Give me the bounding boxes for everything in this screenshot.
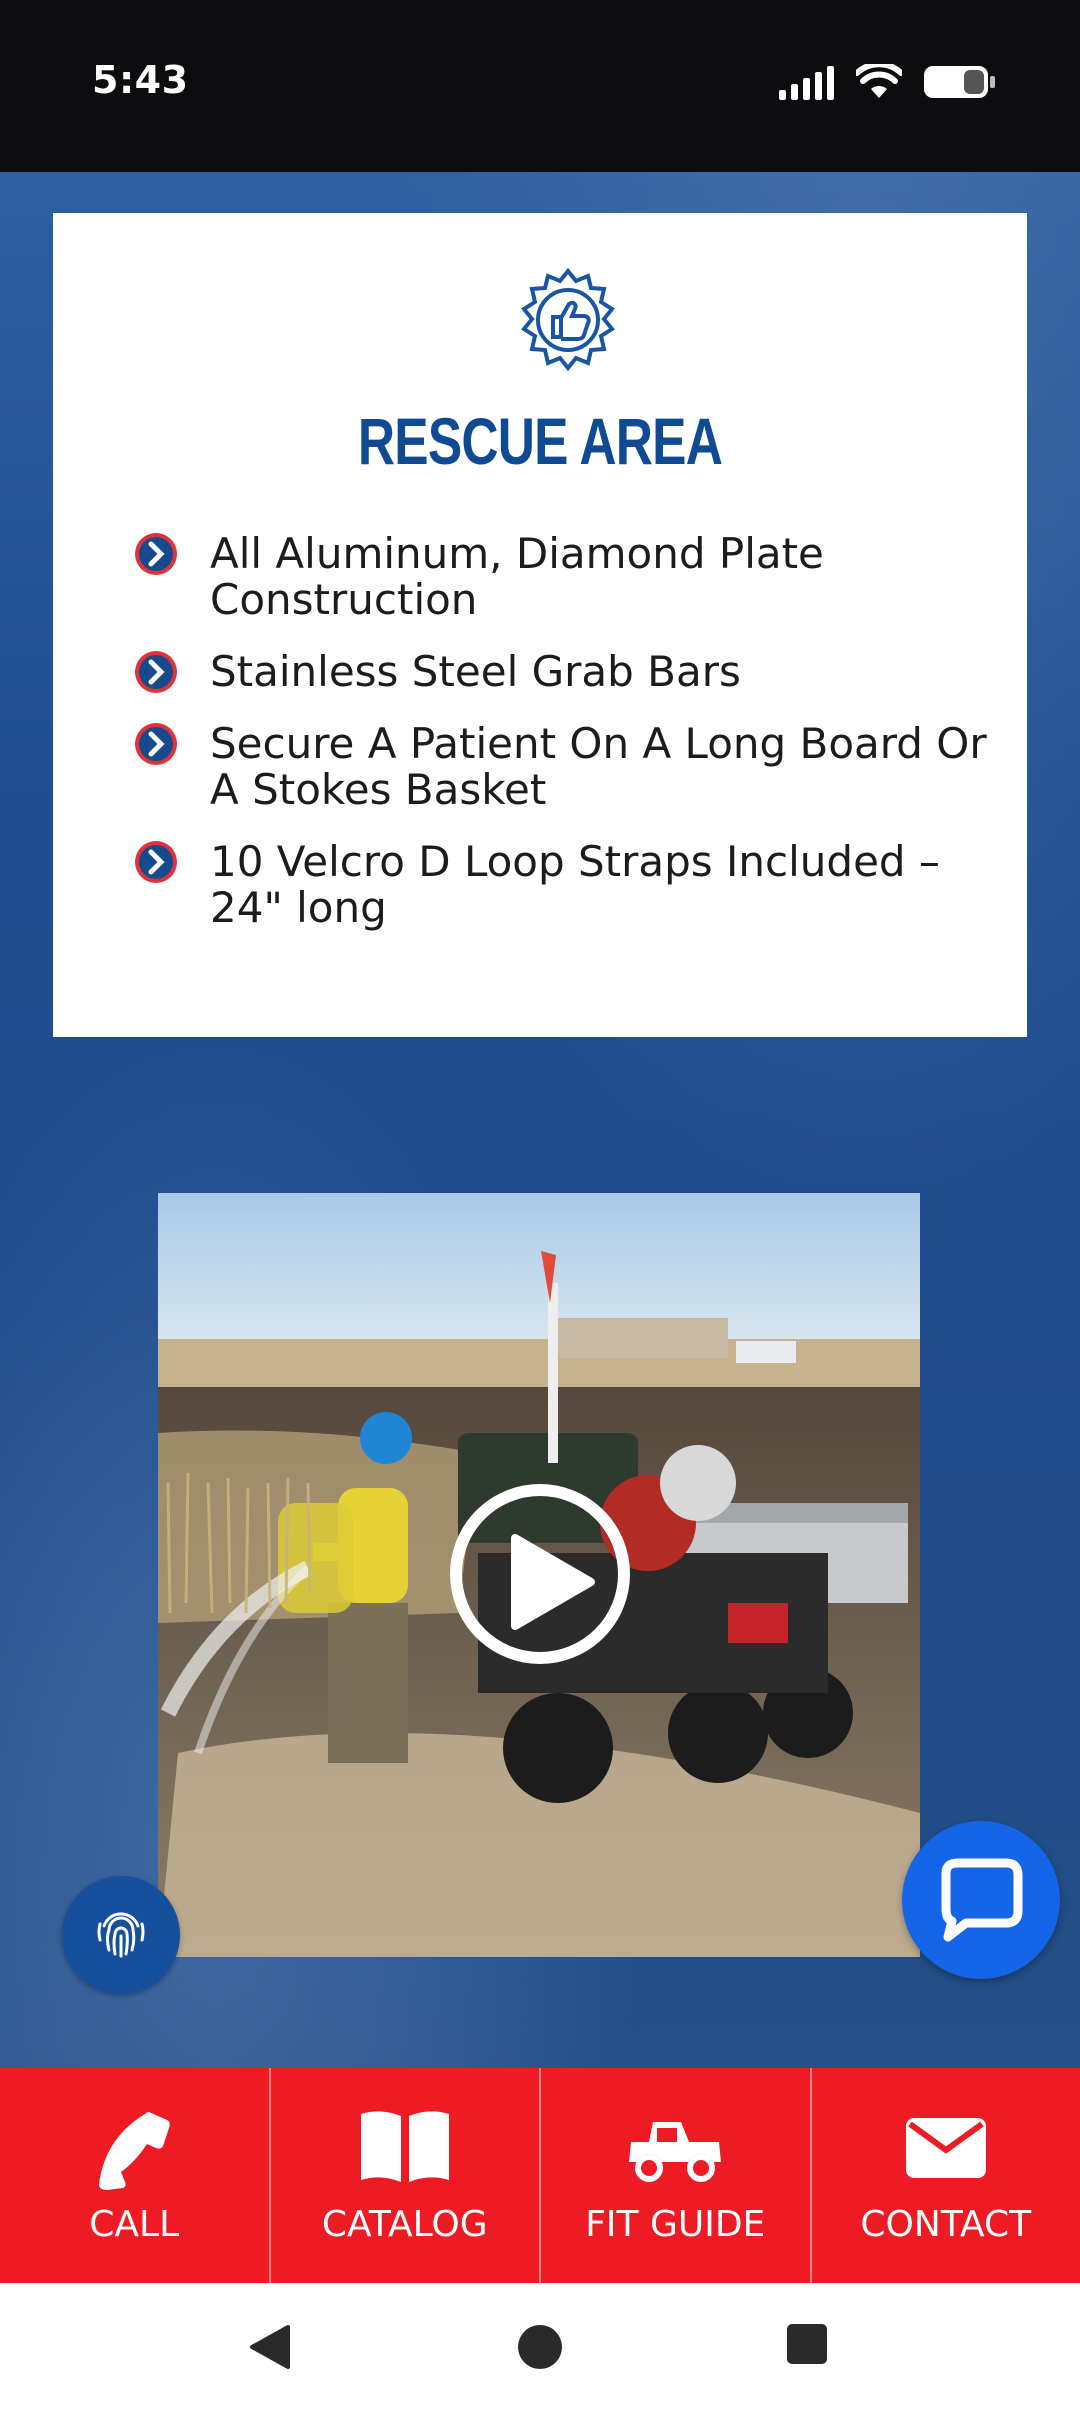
accessibility-button[interactable] xyxy=(62,1876,180,1994)
fingerprint-icon xyxy=(97,1912,145,1958)
rescue-area-card: RESCUE AREA All Aluminum, Diamond Plate … xyxy=(53,213,1027,1037)
feature-text: All Aluminum, Diamond Plate Construction xyxy=(210,529,824,624)
nav-fit-guide[interactable]: FIT GUIDE xyxy=(541,2068,812,2283)
play-button[interactable] xyxy=(450,1484,630,1664)
status-icons xyxy=(779,64,995,100)
nav-call[interactable]: CALL xyxy=(0,2068,271,2283)
utv-icon xyxy=(629,2122,722,2182)
chevron-bullet-icon xyxy=(135,533,177,575)
nav-label: CALL xyxy=(89,2204,180,2245)
feature-list: All Aluminum, Diamond Plate Construction… xyxy=(133,531,993,957)
chat-bubble-icon xyxy=(941,1858,1023,1942)
system-nav-bar xyxy=(0,2283,1080,2410)
feature-item: Stainless Steel Grab Bars xyxy=(133,649,993,695)
wifi-icon xyxy=(856,64,902,98)
recents-icon[interactable] xyxy=(786,2323,828,2365)
play-icon xyxy=(511,1534,595,1630)
feature-text: Stainless Steel Grab Bars xyxy=(210,647,741,696)
nav-label: CONTACT xyxy=(860,2204,1032,2245)
feature-text: 10 Velcro D Loop Straps Included – 24" l… xyxy=(210,837,940,932)
status-time: 5:43 xyxy=(92,58,189,102)
nav-label: CATALOG xyxy=(321,2204,488,2245)
open-book-icon xyxy=(360,2111,449,2182)
feature-item: 10 Velcro D Loop Straps Included – 24" l… xyxy=(133,839,993,931)
nav-catalog[interactable]: CATALOG xyxy=(271,2068,541,2283)
status-bar: 5:43 xyxy=(0,0,1080,172)
chevron-bullet-icon xyxy=(135,723,177,765)
nav-label: FIT GUIDE xyxy=(585,2204,766,2245)
back-icon[interactable] xyxy=(248,2323,292,2371)
chevron-bullet-icon xyxy=(135,651,177,693)
chat-button[interactable] xyxy=(902,1821,1060,1979)
card-title: RESCUE AREA xyxy=(357,404,723,478)
chevron-bullet-icon xyxy=(135,841,177,883)
feature-text: Secure A Patient On A Long Board Or A St… xyxy=(210,719,987,814)
cell-signal-icon xyxy=(779,64,834,100)
phone-icon xyxy=(99,2112,170,2190)
envelope-icon xyxy=(905,2118,986,2178)
battery-icon xyxy=(924,66,995,98)
bottom-nav: CALL CATALOG FIT GUIDE CONTACT xyxy=(0,2068,1080,2283)
feature-item: All Aluminum, Diamond Plate Construction xyxy=(133,531,993,623)
video-player[interactable] xyxy=(158,1193,920,1957)
thumbs-up-badge-icon xyxy=(521,267,615,372)
feature-item: Secure A Patient On A Long Board Or A St… xyxy=(133,721,993,813)
home-icon[interactable] xyxy=(516,2323,564,2371)
nav-contact[interactable]: CONTACT xyxy=(812,2068,1080,2283)
